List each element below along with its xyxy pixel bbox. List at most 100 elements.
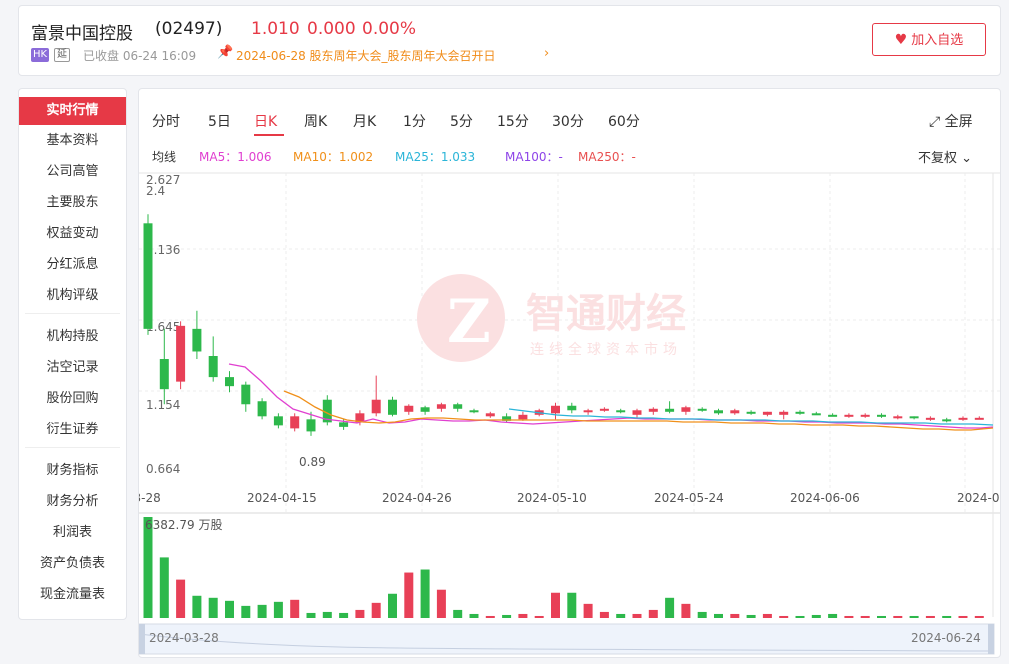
volume-bar — [273, 601, 283, 618]
x-tick-label: 2024-04-26 — [382, 491, 452, 505]
chart-panel: 分时 5日 日K 周K 月K 1分 5分 15分 30分 60分 ⤢ 全屏 均线 MA5：1.006… — [138, 88, 1001, 658]
volume-bar — [192, 595, 202, 618]
candle-body — [779, 411, 789, 415]
volume-bar — [730, 613, 740, 618]
sidebar-item[interactable]: 公司高管 — [19, 158, 126, 186]
sidebar-item[interactable]: 现金流量表 — [19, 581, 126, 609]
volume-bar — [925, 615, 935, 618]
candle-body — [208, 356, 218, 378]
sidebar-item[interactable]: 沽空记录 — [19, 354, 126, 382]
volume-bar — [485, 615, 495, 618]
sidebar-item[interactable]: 利润表 — [19, 519, 126, 547]
sidebar-item[interactable]: 财务分析 — [19, 488, 126, 516]
chevron-right-icon[interactable]: › — [544, 46, 549, 61]
sidebar-item[interactable]: 衍生证券 — [19, 416, 126, 444]
volume-bar — [453, 609, 463, 618]
sidebar-item[interactable]: 财务指标 — [19, 457, 126, 485]
volume-bar — [860, 615, 870, 618]
candle-body — [306, 419, 316, 432]
volume-bar — [632, 613, 642, 618]
kline-chart[interactable]: Z 智通财经连线全球资本市场2.6272.42.1361.6451.1540.66… — [139, 89, 1000, 657]
candle-body — [257, 401, 267, 417]
volume-bar — [714, 613, 723, 618]
candle-body — [485, 413, 495, 417]
y-tick-label: 1.154 — [146, 398, 180, 412]
volume-max-label: 6382.79 万股 — [145, 518, 222, 532]
candle-body — [909, 416, 919, 419]
candle-body — [697, 408, 707, 411]
stock-header: 富景中国控股 (02497) 1.010 0.000 0.00% HK 延 已收… — [18, 5, 1001, 76]
volume-bar — [534, 615, 544, 618]
watermark-subtext: 连线全球资本市场 — [530, 341, 682, 358]
volume-bar — [583, 603, 593, 618]
candle-body — [436, 404, 446, 409]
candle-body — [420, 407, 430, 412]
candle-body — [730, 410, 740, 414]
candle-body — [681, 407, 691, 412]
volume-bar — [942, 615, 952, 618]
sidebar-item[interactable]: 机构评级 — [19, 282, 126, 310]
candle-body — [877, 414, 886, 417]
price-change-pct: 0.00% — [362, 19, 417, 39]
volume-bar — [958, 615, 968, 618]
sidebar-item[interactable]: 分红派息 — [19, 251, 126, 279]
volume-bar — [388, 593, 397, 618]
sidebar-item[interactable]: 资产负债表 — [19, 550, 126, 578]
candle-body — [648, 408, 658, 412]
volume-bar — [567, 592, 577, 618]
range-start-label: 2024-03-28 — [149, 631, 219, 645]
candle-body — [159, 359, 169, 390]
candle-body — [371, 399, 381, 414]
event-notice-link[interactable]: 2024-06-28 股东周年大会_股东周年大会召开日 — [236, 47, 496, 64]
volume-bar — [306, 612, 316, 618]
market-badge: HK — [31, 48, 49, 62]
candle-body — [469, 410, 479, 413]
range-handle-left — [139, 624, 145, 654]
candle-body — [665, 408, 675, 412]
pin-icon: 📌 — [217, 45, 234, 60]
candle-body — [192, 328, 202, 352]
volume-bar — [599, 611, 609, 618]
volume-bar — [616, 613, 626, 618]
sidebar-item[interactable]: 主要股东 — [19, 189, 126, 217]
volume-bar — [681, 603, 691, 618]
volume-bar — [762, 613, 772, 618]
candle-body — [339, 422, 349, 427]
candle-body — [273, 416, 283, 426]
candle-body — [844, 414, 854, 417]
volume-bar — [241, 605, 251, 618]
candle-body — [225, 377, 234, 387]
candle-body — [762, 411, 772, 415]
watermark-text: 智通财经 — [526, 290, 686, 337]
sidebar-item[interactable]: 权益变动 — [19, 220, 126, 248]
candle-body — [893, 416, 903, 419]
volume-bar — [290, 599, 300, 618]
volume-bar — [746, 614, 756, 618]
range-handle-right — [988, 624, 994, 654]
market-status: 已收盘 06-24 16:09 — [83, 49, 197, 63]
candle-body — [942, 419, 952, 422]
volume-bar — [909, 615, 919, 618]
volume-bar — [551, 592, 560, 618]
sidebar-item[interactable]: 机构持股 — [19, 323, 126, 351]
candle-body — [518, 414, 528, 420]
candle-body — [795, 411, 805, 414]
sidebar-item[interactable]: 实时行情 — [19, 97, 126, 125]
y-tick-label: 2.4 — [146, 184, 165, 198]
add-watchlist-button[interactable]: ♥ 加入自选 — [872, 23, 986, 56]
x-tick-label: 2024-06-06 — [790, 491, 860, 505]
volume-bar — [893, 615, 903, 618]
watermark-logo: Z — [447, 287, 491, 357]
volume-bar — [648, 609, 658, 618]
volume-bar — [404, 572, 414, 618]
stock-price: 1.010 — [251, 19, 300, 39]
stock-name: 富景中国控股 — [31, 24, 133, 44]
y-tick-label: 0.664 — [146, 462, 180, 476]
volume-bar — [436, 589, 446, 618]
volume-bar — [502, 614, 512, 618]
volume-bar — [811, 614, 821, 618]
volume-bar — [877, 615, 886, 618]
sidebar-item[interactable]: 基本资料 — [19, 127, 126, 155]
sidebar-item[interactable]: 股份回购 — [19, 385, 126, 413]
volume-bar — [844, 615, 854, 618]
